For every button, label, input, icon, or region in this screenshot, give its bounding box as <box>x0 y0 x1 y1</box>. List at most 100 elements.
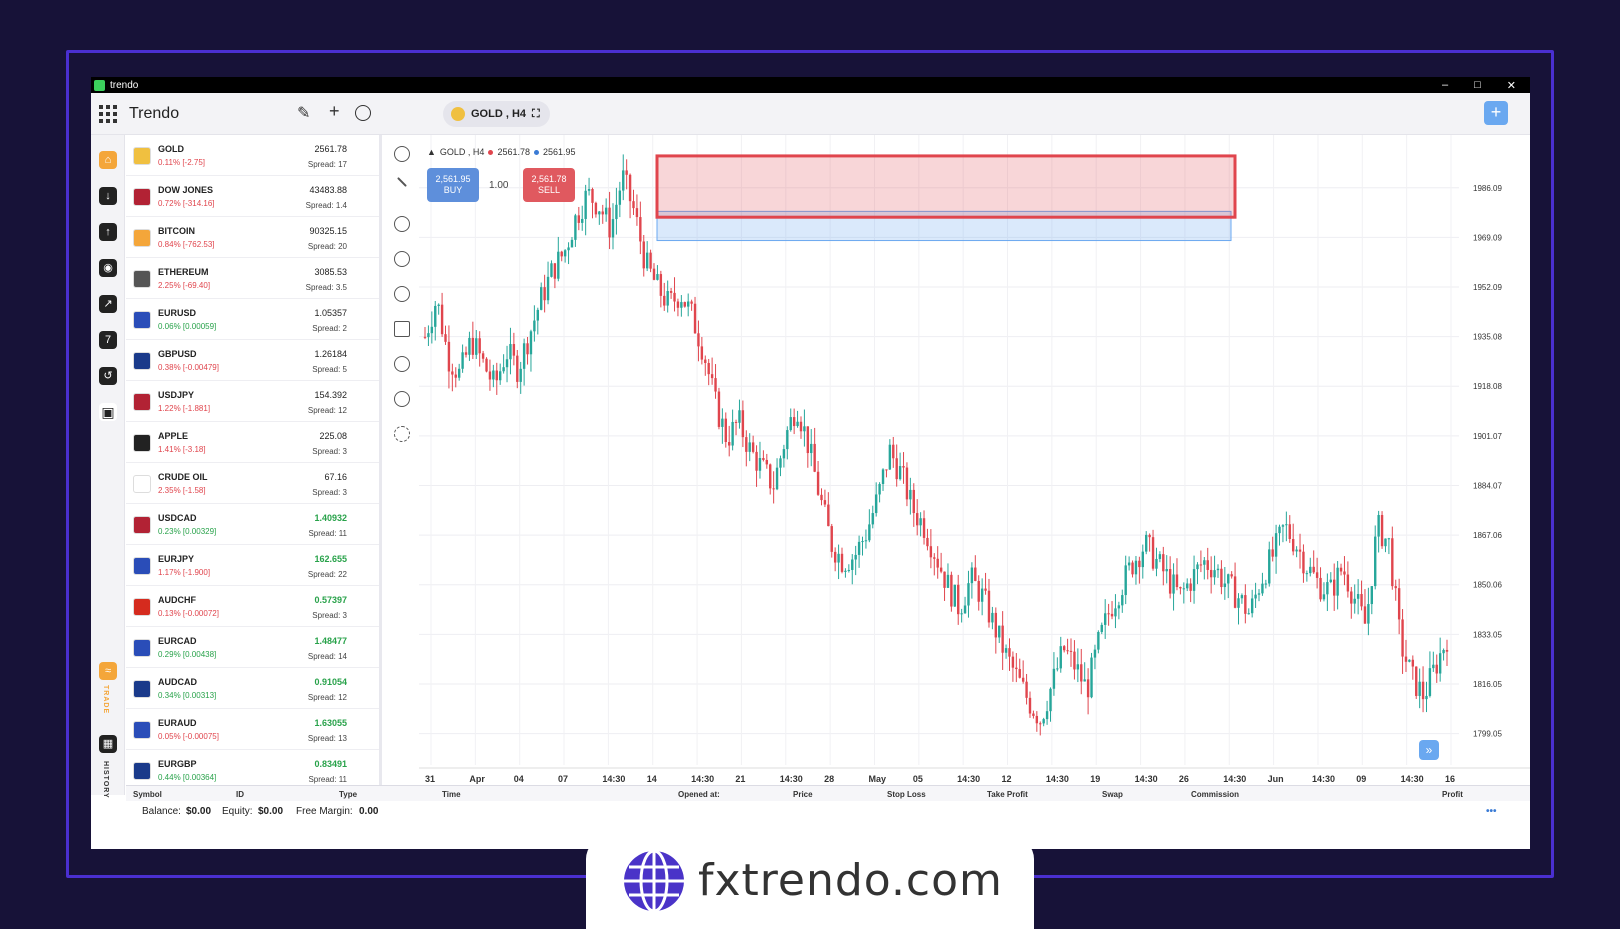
watchlist-row[interactable]: DOW JONES 0.72% [-314.16] 43483.88 Spread: … <box>126 176 379 217</box>
col-swap[interactable]: Swap <box>1102 790 1123 799</box>
upload-icon[interactable]: ↑ <box>99 223 117 241</box>
history-clock-icon[interactable]: ↺ <box>99 367 117 385</box>
candle-body <box>1442 649 1445 654</box>
symbol-flag-icon <box>133 229 151 247</box>
watchlist-row[interactable]: EURUSD 0.06% [0.00059] 1.05357 Spread: 2 <box>126 299 379 340</box>
candle-body <box>488 371 492 380</box>
title-bar: trendo – □ ✕ <box>91 77 1530 93</box>
x-tick-label: 14 <box>647 774 657 784</box>
pencil-icon[interactable]: ✎ <box>297 103 310 123</box>
symbol-spread: Spread: 5 <box>312 365 347 374</box>
pie-icon[interactable] <box>394 216 410 232</box>
candle-body <box>461 352 464 369</box>
watchlist-row[interactable]: USDJPY 1.22% [-1.881] 154.392 Spread: 12 <box>126 381 379 422</box>
signal-icon[interactable]: ◉ <box>99 259 117 277</box>
candle-body <box>1367 604 1370 624</box>
candle-body <box>1042 719 1045 724</box>
watchlist-row[interactable]: GBPUSD 0.38% [-0.00479] 1.26184 Spread: 5 <box>126 340 379 381</box>
col-time[interactable]: Time <box>442 790 461 799</box>
symbol-spread: Spread: 1.4 <box>305 201 347 210</box>
zoom-in-icon[interactable] <box>394 356 410 372</box>
chart-svg[interactable]: 1986.09 1969.09 1952.09 1935.08 1918.08 1901.… <box>419 135 1530 785</box>
col-stop-loss[interactable]: Stop Loss <box>887 790 926 799</box>
trade-icon[interactable]: ≈ <box>99 662 117 680</box>
more-button[interactable]: ••• <box>1486 806 1497 817</box>
apps-grid-icon[interactable] <box>99 104 117 123</box>
symbol-name: GBPUSD <box>158 349 197 359</box>
col-commission[interactable]: Commission <box>1191 790 1239 799</box>
candle-body <box>1138 560 1141 568</box>
seven-icon[interactable]: 7 <box>99 331 117 349</box>
gift-icon[interactable]: ▣ <box>99 403 117 421</box>
watchlist-row[interactable]: GOLD 0.11% [-2.75] 2561.78 Spread: 17 <box>126 135 379 176</box>
candle-body <box>608 207 611 238</box>
candle-body <box>1158 554 1162 559</box>
home-icon[interactable]: ⌂ <box>99 151 117 169</box>
candle-body <box>1052 668 1056 689</box>
watchlist-row[interactable]: EURGBP 0.44% [0.00364] 0.83491 Spread: 11 <box>126 750 379 785</box>
candle-body <box>1032 713 1035 716</box>
watchlist-row[interactable]: BITCOIN 0.84% [-762.53] 90325.15 Spread: 20 <box>126 217 379 258</box>
watchlist-row[interactable]: USDCAD 0.23% [0.00329] 1.40932 Spread: 11 <box>126 504 379 545</box>
price-chart[interactable]: 1986.09 1969.09 1952.09 1935.08 1918.08 1901.… <box>419 135 1530 785</box>
buy-button[interactable]: 2,561.95 BUY <box>427 168 479 202</box>
watchlist-row[interactable]: APPLE 1.41% [-3.18] 225.08 Spread: 3 <box>126 422 379 463</box>
crosshair-icon[interactable] <box>394 251 410 267</box>
lot-size[interactable]: 1.00 <box>489 180 508 191</box>
x-tick-label: 14:30 <box>1312 774 1335 784</box>
watchlist-row[interactable]: CRUDE OIL 2.35% [-1.58] 67.16 Spread: 3 <box>126 463 379 504</box>
buy-price: 2,561.95 <box>435 174 471 184</box>
minimize-button[interactable]: – <box>1442 79 1448 92</box>
col-opened[interactable]: Opened at: <box>678 790 720 799</box>
watchlist-row[interactable]: EURAUD 0.05% [-0.00075] 1.63055 Spread: 13 <box>126 709 379 750</box>
candle-body <box>536 309 539 321</box>
watchlist-row[interactable]: EURJPY 1.17% [-1.900] 162.655 Spread: 22 <box>126 545 379 586</box>
candle-body <box>1363 606 1367 624</box>
add-chart-button[interactable]: + <box>1484 101 1508 125</box>
download-icon[interactable]: ↓ <box>99 187 117 205</box>
symbol-price: 0.83491 <box>314 759 347 769</box>
candle-body <box>840 553 844 572</box>
sell-button[interactable]: 2,561.78 SELL <box>523 168 575 202</box>
close-button[interactable]: ✕ <box>1507 79 1516 92</box>
layers-icon[interactable] <box>394 321 410 337</box>
chart-line-icon[interactable]: ↗ <box>99 295 117 313</box>
clock-icon[interactable] <box>394 146 410 162</box>
add-icon[interactable]: + <box>329 101 340 122</box>
col-take-profit[interactable]: Take Profit <box>987 790 1028 799</box>
candle-body <box>1076 664 1080 670</box>
trendline-icon[interactable] <box>397 177 407 187</box>
scroll-to-latest-button[interactable]: » <box>1419 740 1439 760</box>
candle-body <box>1001 625 1004 653</box>
calendar-icon[interactable]: ▦ <box>99 735 117 753</box>
zoom-out-icon[interactable] <box>394 391 410 407</box>
col-symbol[interactable]: Symbol <box>133 790 162 799</box>
symbol-chip[interactable]: GOLD , H4 ⛶ <box>443 101 550 127</box>
expand-icon[interactable]: ⛶ <box>532 108 540 121</box>
chat-icon[interactable] <box>355 105 371 121</box>
candle-body <box>618 190 622 205</box>
candle-body <box>1168 569 1172 594</box>
candle-body <box>560 251 563 257</box>
symbol-spread: Spread: 3 <box>312 447 347 456</box>
candle-body <box>751 442 755 452</box>
watchlist-row[interactable]: ETHEREUM 2.25% [-69.40] 3085.53 Spread: 3.5 <box>126 258 379 299</box>
candle-body <box>710 374 714 379</box>
symbol-spread: Spread: 3 <box>312 611 347 620</box>
candle-body <box>550 263 553 277</box>
watchlist-row[interactable]: AUDCAD 0.34% [0.00313] 0.91054 Spread: 12 <box>126 668 379 709</box>
watchlist-row[interactable]: EURCAD 0.29% [0.00438] 1.48477 Spread: 14 <box>126 627 379 668</box>
history-label[interactable]: HISTORY <box>102 761 109 799</box>
maximize-button[interactable]: □ <box>1474 79 1481 92</box>
col-type[interactable]: Type <box>339 790 357 799</box>
add-indicator-icon[interactable] <box>394 286 410 302</box>
settings-gear-icon[interactable] <box>394 426 410 442</box>
col-price[interactable]: Price <box>793 790 813 799</box>
watchlist-row[interactable]: AUDCHF 0.13% [-0.00072] 0.57397 Spread: 3 <box>126 586 379 627</box>
candle-body <box>881 469 885 484</box>
col-profit[interactable]: Profit <box>1442 790 1463 799</box>
col-id[interactable]: ID <box>236 790 244 799</box>
candle-body <box>1121 595 1124 606</box>
trade-label[interactable]: TRADE <box>102 685 109 714</box>
collapse-arrow-icon[interactable]: ▲ <box>427 147 436 157</box>
